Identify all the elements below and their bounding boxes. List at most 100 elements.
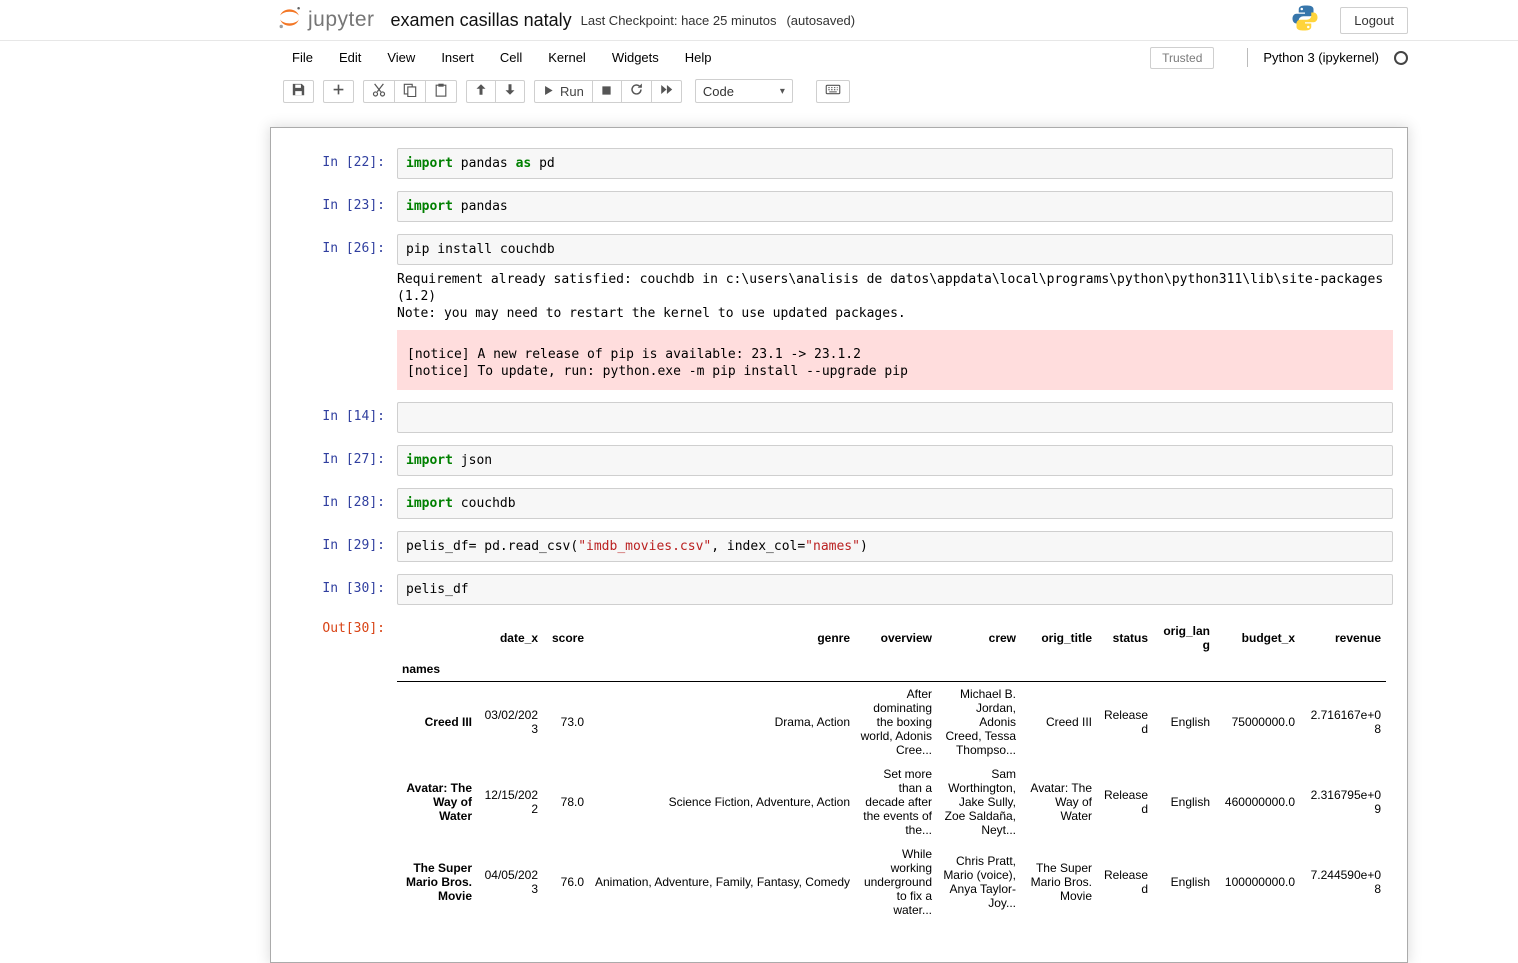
code-keyword: import xyxy=(406,199,453,214)
dataframe-head: date_x score genre overview crew orig_title st… xyxy=(397,619,1386,682)
cell-type-selected: Code xyxy=(702,83,734,99)
command-palette-button[interactable] xyxy=(815,79,850,103)
code-input[interactable]: import pandas xyxy=(397,191,1393,222)
paste-cells-button[interactable] xyxy=(425,79,457,103)
row-index: Creed III xyxy=(424,715,472,729)
paste-cells-icon xyxy=(434,83,448,100)
table-cell: Avatar: The Way of Water xyxy=(1030,781,1092,823)
notebook-title[interactable]: examen casillas nataly xyxy=(391,10,572,31)
cut-cells-button[interactable] xyxy=(363,79,395,103)
table-cell: 04/05/2023 xyxy=(484,868,538,896)
code-text: pip install couchdb xyxy=(406,242,555,257)
dataframe-table: date_x score genre overview crew orig_title st… xyxy=(397,619,1386,922)
input-prompt: In [22]: xyxy=(322,155,385,170)
jupyter-logo-icon xyxy=(276,4,303,36)
code-cell: In [30]: pelis_df xyxy=(285,574,1393,605)
menu-file[interactable]: File xyxy=(279,43,326,72)
input-prompt: In [14]: xyxy=(322,409,385,424)
table-cell: 460000000.0 xyxy=(1224,795,1295,809)
code-input[interactable]: pelis_df= pd.read_csv("imdb_movies.csv",… xyxy=(397,531,1393,562)
table-cell: Released xyxy=(1103,708,1148,736)
table-cell: 12/15/2022 xyxy=(484,788,538,816)
table-cell: Creed III xyxy=(1045,715,1092,729)
row-index: Avatar: The Way of Water xyxy=(406,781,472,823)
code-cell: In [14]: xyxy=(285,402,1393,433)
save-button[interactable] xyxy=(283,79,314,103)
logout-button[interactable]: Logout xyxy=(1340,6,1408,34)
dataframe-body: Creed III 03/02/2023 73.0 Drama, Action Afte… xyxy=(397,682,1386,923)
jupyter-logo[interactable]: jupyter xyxy=(276,4,375,36)
menu-widgets[interactable]: Widgets xyxy=(599,43,672,72)
cell-output: Requirement already satisfied: couchdb i… xyxy=(285,265,1393,390)
move-cell-up-icon xyxy=(475,83,487,99)
run-button[interactable]: Run xyxy=(534,79,593,103)
toolbar: Run Code ▾ xyxy=(0,74,1518,108)
copy-cells-button[interactable] xyxy=(394,79,426,103)
restart-run-all-icon xyxy=(660,83,673,99)
code-keyword: import xyxy=(406,496,453,511)
copy-cells-icon xyxy=(403,83,417,100)
code-text: , index_col= xyxy=(711,539,806,554)
kernel-name: Python 3 (ipykernel) xyxy=(1263,50,1379,65)
save-icon xyxy=(292,83,305,99)
menu-kernel[interactable]: Kernel xyxy=(535,43,599,72)
code-keyword: as xyxy=(515,156,532,171)
pip-notice-line: [notice] A new release of pip is availab… xyxy=(407,347,861,362)
code-input[interactable]: pip install couchdb xyxy=(397,234,1393,265)
menu-view[interactable]: View xyxy=(374,43,428,72)
table-cell: 2.316795e+09 xyxy=(1310,788,1381,816)
add-cell-icon xyxy=(332,83,345,99)
move-cell-up-button[interactable] xyxy=(466,79,496,103)
code-keyword: import xyxy=(406,453,453,468)
code-cell: In [26]: pip install couchdb xyxy=(285,234,1393,265)
notebook-container: In [22]: import pandas as pd In [23]: im… xyxy=(270,127,1408,963)
pip-notice-box: [notice] A new release of pip is availab… xyxy=(397,330,1393,390)
table-row: The Super Mario Bros. Movie 04/05/2023 76.… xyxy=(397,842,1386,922)
code-input[interactable]: import couchdb xyxy=(397,488,1393,519)
input-prompt: In [30]: xyxy=(322,581,385,596)
code-input[interactable]: pelis_df xyxy=(397,574,1393,605)
column-header: date_x xyxy=(499,631,538,645)
code-input[interactable]: import pandas as pd xyxy=(397,148,1393,179)
interrupt-kernel-button[interactable] xyxy=(591,79,622,103)
code-input[interactable] xyxy=(397,402,1393,433)
code-cell: In [28]: import couchdb xyxy=(285,488,1393,519)
code-input[interactable]: import json xyxy=(397,445,1393,476)
code-text: pelis_df= pd.read_csv( xyxy=(406,539,579,554)
trusted-button[interactable]: Trusted xyxy=(1150,46,1215,69)
input-prompt: In [26]: xyxy=(322,241,385,256)
pip-notice-line: [notice] To update, run: python.exe -m p… xyxy=(407,364,908,379)
kernel-idle-indicator-icon xyxy=(1394,50,1408,65)
menu-edit[interactable]: Edit xyxy=(326,43,374,72)
checkpoint-status: Last Checkpoint: hace 25 minutos xyxy=(580,12,777,28)
index-header-blank xyxy=(397,619,477,657)
kernel-separator xyxy=(1247,48,1249,67)
move-cell-down-icon xyxy=(504,83,516,99)
table-cell: English xyxy=(1170,795,1210,809)
move-cell-down-button[interactable] xyxy=(495,79,525,103)
add-cell-button[interactable] xyxy=(323,79,354,103)
restart-kernel-button[interactable] xyxy=(620,79,652,103)
output-text: Requirement already satisfied: couchdb i… xyxy=(397,272,1384,321)
table-cell: After dominating the boxing world, Adoni… xyxy=(860,687,932,757)
code-text: pandas xyxy=(452,199,508,214)
table-cell: English xyxy=(1170,715,1210,729)
menu-insert[interactable]: Insert xyxy=(428,43,487,72)
table-cell: 78.0 xyxy=(560,795,584,809)
column-header: orig_title xyxy=(1041,631,1092,645)
code-keyword: import xyxy=(406,156,453,171)
table-cell: 100000000.0 xyxy=(1224,875,1295,889)
restart-run-all-button[interactable] xyxy=(650,79,682,103)
table-cell: Chris Pratt, Mario (voice), Anya Taylor-… xyxy=(943,854,1016,910)
code-text: json xyxy=(452,453,493,468)
menu-cell[interactable]: Cell xyxy=(487,43,535,72)
column-header: crew xyxy=(988,631,1016,645)
menu-help[interactable]: Help xyxy=(672,43,725,72)
cell-output: Out[30]: date_x score genre overview crew ori… xyxy=(285,617,1393,922)
output-prompt: Out[30]: xyxy=(322,621,385,636)
row-index: The Super Mario Bros. Movie xyxy=(405,861,472,903)
input-prompt: In [29]: xyxy=(322,538,385,553)
input-prompt: In [27]: xyxy=(322,452,385,467)
cell-type-dropdown[interactable]: Code ▾ xyxy=(694,79,793,103)
code-cell: In [23]: import pandas xyxy=(285,191,1393,222)
